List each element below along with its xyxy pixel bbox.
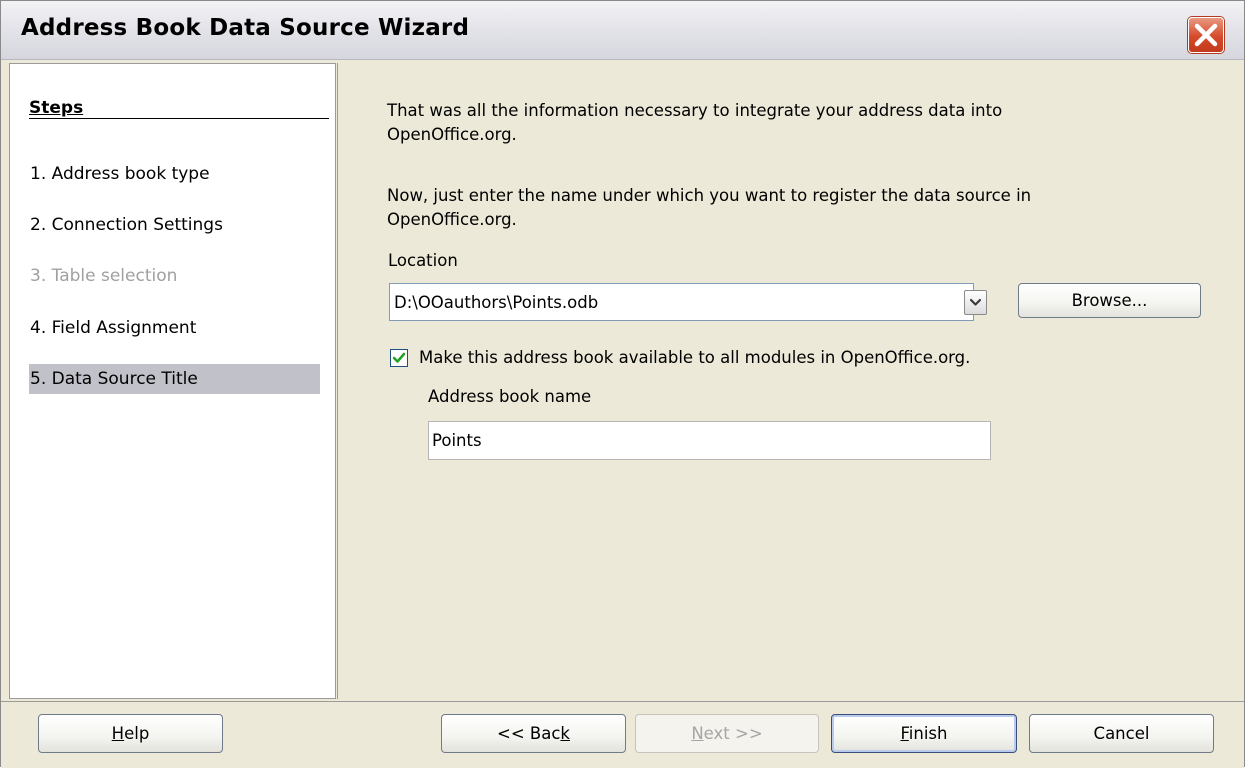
finish-mnemonic: F bbox=[900, 724, 909, 743]
back-button[interactable]: << Back bbox=[441, 714, 626, 753]
back-label-pre: << Bac bbox=[497, 724, 561, 743]
instruction-text-line-1: Now, just enter the name under which you… bbox=[387, 186, 1032, 205]
step-table-selection: 3. Table selection bbox=[30, 266, 178, 286]
address-book-name-value: Points bbox=[432, 431, 482, 450]
close-icon bbox=[1194, 23, 1218, 47]
location-dropdown-button[interactable] bbox=[964, 290, 987, 315]
button-bar: Help << Back Next >> Finish Cancel bbox=[1, 701, 1244, 768]
check-icon bbox=[392, 352, 406, 363]
browse-button[interactable]: Browse... bbox=[1018, 283, 1201, 318]
help-button[interactable]: Help bbox=[38, 714, 223, 753]
cancel-button[interactable]: Cancel bbox=[1029, 714, 1214, 753]
next-label-post: ext >> bbox=[703, 724, 763, 743]
address-book-name-input[interactable]: Points bbox=[428, 421, 991, 460]
steps-panel: Steps 1. Address book type 2. Connection… bbox=[9, 63, 336, 699]
make-available-checkbox[interactable] bbox=[390, 349, 408, 367]
back-mnemonic: k bbox=[560, 724, 570, 743]
address-book-name-label: Address book name bbox=[428, 387, 592, 406]
title-bar[interactable]: Address Book Data Source Wizard bbox=[1, 1, 1244, 60]
help-label-post: elp bbox=[124, 724, 150, 743]
step-data-source-title[interactable]: 5. Data Source Title bbox=[29, 364, 320, 394]
content-panel: That was all the information necessary t… bbox=[337, 63, 1238, 699]
intro-text-line-2: OpenOffice.org. bbox=[387, 125, 517, 144]
steps-divider bbox=[29, 118, 329, 119]
next-button: Next >> bbox=[635, 714, 819, 753]
window-title: Address Book Data Source Wizard bbox=[21, 15, 470, 41]
next-mnemonic: N bbox=[691, 724, 704, 743]
help-mnemonic: H bbox=[111, 724, 125, 743]
location-value: D:\OOauthors\Points.odb bbox=[394, 293, 599, 312]
instruction-text-line-2: OpenOffice.org. bbox=[387, 210, 517, 229]
location-combobox[interactable]: D:\OOauthors\Points.odb bbox=[389, 283, 974, 321]
make-available-label[interactable]: Make this address book available to all … bbox=[419, 348, 970, 367]
finish-button[interactable]: Finish bbox=[831, 714, 1017, 753]
step-field-assignment[interactable]: 4. Field Assignment bbox=[29, 313, 320, 343]
chevron-down-icon bbox=[969, 298, 982, 306]
wizard-window: Address Book Data Source Wizard Steps 1.… bbox=[0, 0, 1245, 768]
intro-text-line-1: That was all the information necessary t… bbox=[387, 101, 1003, 120]
steps-header: Steps bbox=[29, 98, 84, 118]
step-connection-settings[interactable]: 2. Connection Settings bbox=[29, 210, 320, 240]
close-button[interactable] bbox=[1188, 17, 1224, 53]
location-label: Location bbox=[388, 251, 458, 270]
step-address-book-type[interactable]: 1. Address book type bbox=[29, 159, 320, 189]
finish-label-post: inish bbox=[908, 724, 948, 743]
